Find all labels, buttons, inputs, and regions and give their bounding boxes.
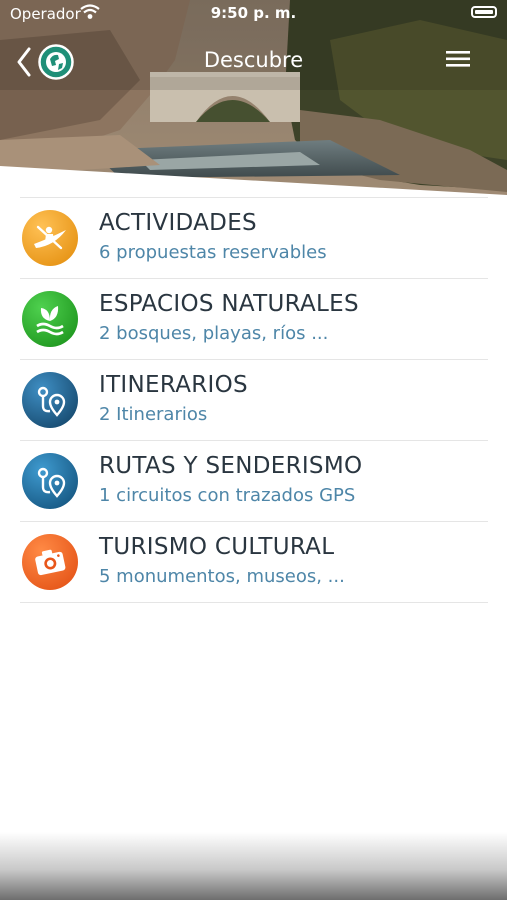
category-item-itinerarios[interactable]: ITINERARIOS 2 Itinerarios: [20, 359, 488, 440]
item-subtitle: 2 Itinerarios: [99, 404, 208, 425]
route-pin-icon: [22, 453, 78, 509]
status-time: 9:50 p. m.: [210, 4, 297, 22]
leaf-water-icon: [22, 291, 78, 347]
menu-button[interactable]: [443, 44, 473, 74]
hamburger-menu-icon: [446, 51, 470, 67]
item-title: RUTAS Y SENDERISMO: [99, 453, 363, 479]
status-bar: Operador 9:50 p. m.: [0, 0, 507, 28]
item-title: ESPACIOS NATURALES: [99, 291, 359, 317]
kayak-icon: [22, 210, 78, 266]
item-subtitle: 5 monumentos, museos, ...: [99, 566, 345, 587]
page-title: Descubre: [203, 48, 304, 72]
item-subtitle: 2 bosques, playas, ríos ...: [99, 323, 329, 344]
item-title: ACTIVIDADES: [99, 210, 257, 236]
category-item-actividades[interactable]: ACTIVIDADES 6 propuestas reservables: [20, 197, 488, 278]
bottom-shadow: [0, 832, 507, 900]
item-title: TURISMO CULTURAL: [99, 534, 335, 560]
category-item-rutas-senderismo[interactable]: RUTAS Y SENDERISMO 1 circuitos con traza…: [20, 440, 488, 521]
category-item-turismo-cultural[interactable]: TURISMO CULTURAL 5 monumentos, museos, .…: [20, 521, 488, 603]
category-list: ACTIVIDADES 6 propuestas reservables ESP…: [20, 197, 488, 603]
item-subtitle: 1 circuitos con trazados GPS: [99, 485, 356, 506]
camera-icon: [22, 534, 78, 590]
category-item-espacios-naturales[interactable]: ESPACIOS NATURALES 2 bosques, playas, rí…: [20, 278, 488, 359]
item-title: ITINERARIOS: [99, 372, 248, 398]
battery-icon: [471, 6, 497, 18]
item-subtitle: 6 propuestas reservables: [99, 242, 327, 263]
route-pin-icon: [22, 372, 78, 428]
navigation-bar: Descubre: [0, 38, 507, 82]
landscape-photo: [0, 0, 507, 200]
header-banner: Operador 9:50 p. m. Descubre: [0, 0, 507, 200]
